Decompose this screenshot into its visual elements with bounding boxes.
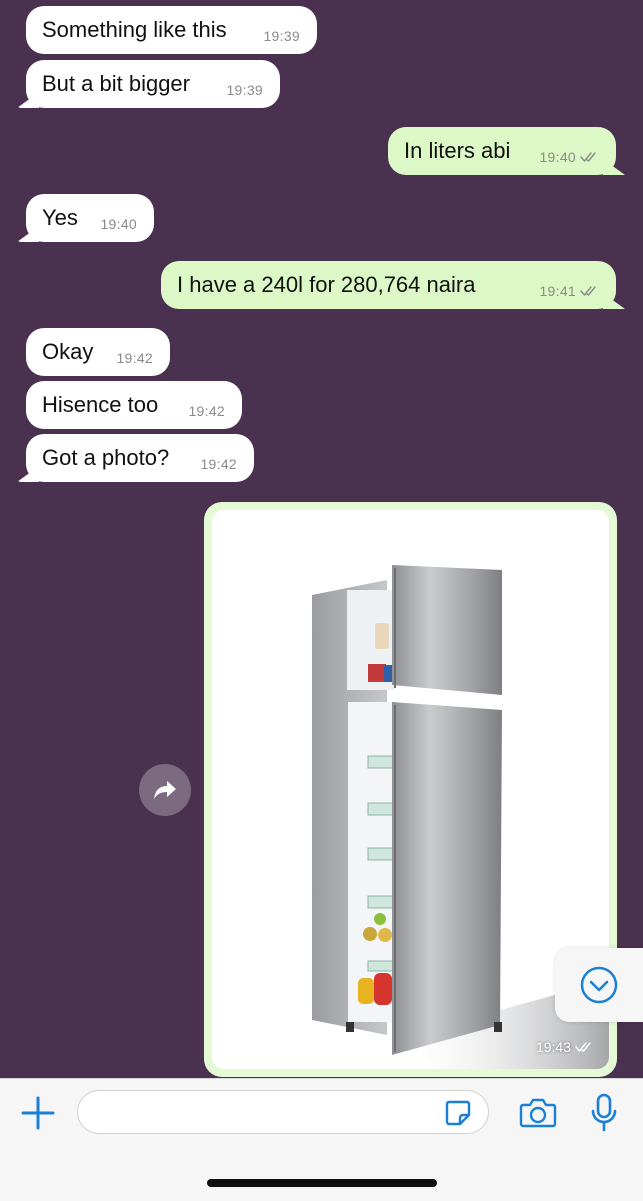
camera-icon bbox=[519, 1098, 557, 1128]
message-time: 19:40 bbox=[100, 216, 137, 232]
message-text: In liters abi bbox=[404, 138, 511, 163]
message-outgoing[interactable]: In liters abi 19:40 bbox=[388, 127, 625, 175]
message-text: Got a photo? bbox=[42, 445, 170, 470]
bubble-tail bbox=[603, 159, 625, 175]
bubble-tail bbox=[17, 226, 39, 242]
scroll-to-bottom-button[interactable] bbox=[555, 948, 643, 1022]
chevron-down-icon bbox=[580, 966, 618, 1004]
message-time: 19:41 bbox=[539, 283, 600, 299]
forward-icon bbox=[154, 781, 176, 799]
message-text: Hisence too bbox=[42, 392, 159, 417]
double-check-icon bbox=[575, 1042, 591, 1052]
microphone-icon bbox=[591, 1093, 617, 1132]
message-incoming[interactable]: Hisence too 19:42 bbox=[26, 381, 242, 429]
message-input[interactable] bbox=[92, 1099, 436, 1127]
message-text: I have a 240l for 280,764 naira bbox=[177, 272, 476, 297]
message-text: But a bit bigger bbox=[42, 71, 190, 96]
bubble-tail bbox=[17, 466, 39, 482]
message-incoming[interactable]: But a bit bigger 19:39 bbox=[17, 60, 280, 108]
message-time: 19:39 bbox=[226, 82, 263, 98]
message-incoming[interactable]: Okay 19:42 bbox=[26, 328, 170, 376]
message-time: 19:43 bbox=[536, 1039, 595, 1055]
message-input-field[interactable] bbox=[77, 1090, 489, 1134]
message-outgoing[interactable]: I have a 240l for 280,764 naira 19:41 bbox=[161, 261, 625, 309]
message-time: 19:39 bbox=[263, 28, 300, 44]
message-incoming[interactable]: Got a photo? 19:42 bbox=[17, 434, 254, 482]
sticker-button[interactable] bbox=[442, 1097, 474, 1129]
bubble-tail bbox=[603, 293, 625, 309]
message-time: 19:40 bbox=[539, 149, 600, 165]
message-text: Okay bbox=[42, 339, 94, 364]
message-text: Yes bbox=[42, 205, 78, 230]
message-incoming[interactable]: Something like this 19:39 bbox=[26, 6, 317, 54]
message-text: Something like this bbox=[42, 17, 227, 42]
refrigerator-photo[interactable]: 19:43 bbox=[212, 510, 609, 1069]
message-time: 19:42 bbox=[188, 403, 225, 419]
forward-button[interactable] bbox=[139, 764, 191, 816]
bubble-tail bbox=[17, 92, 39, 108]
home-indicator bbox=[207, 1179, 437, 1187]
double-check-icon bbox=[580, 152, 596, 162]
camera-button[interactable] bbox=[518, 1093, 558, 1133]
double-check-icon bbox=[580, 286, 596, 296]
microphone-button[interactable] bbox=[584, 1091, 624, 1135]
attach-button[interactable] bbox=[18, 1093, 58, 1133]
message-time: 19:42 bbox=[200, 456, 237, 472]
sticker-icon bbox=[445, 1100, 471, 1126]
message-time: 19:42 bbox=[116, 350, 153, 366]
plus-icon bbox=[21, 1096, 55, 1130]
refrigerator-image bbox=[312, 565, 609, 1069]
message-incoming[interactable]: Yes 19:40 bbox=[17, 194, 154, 242]
